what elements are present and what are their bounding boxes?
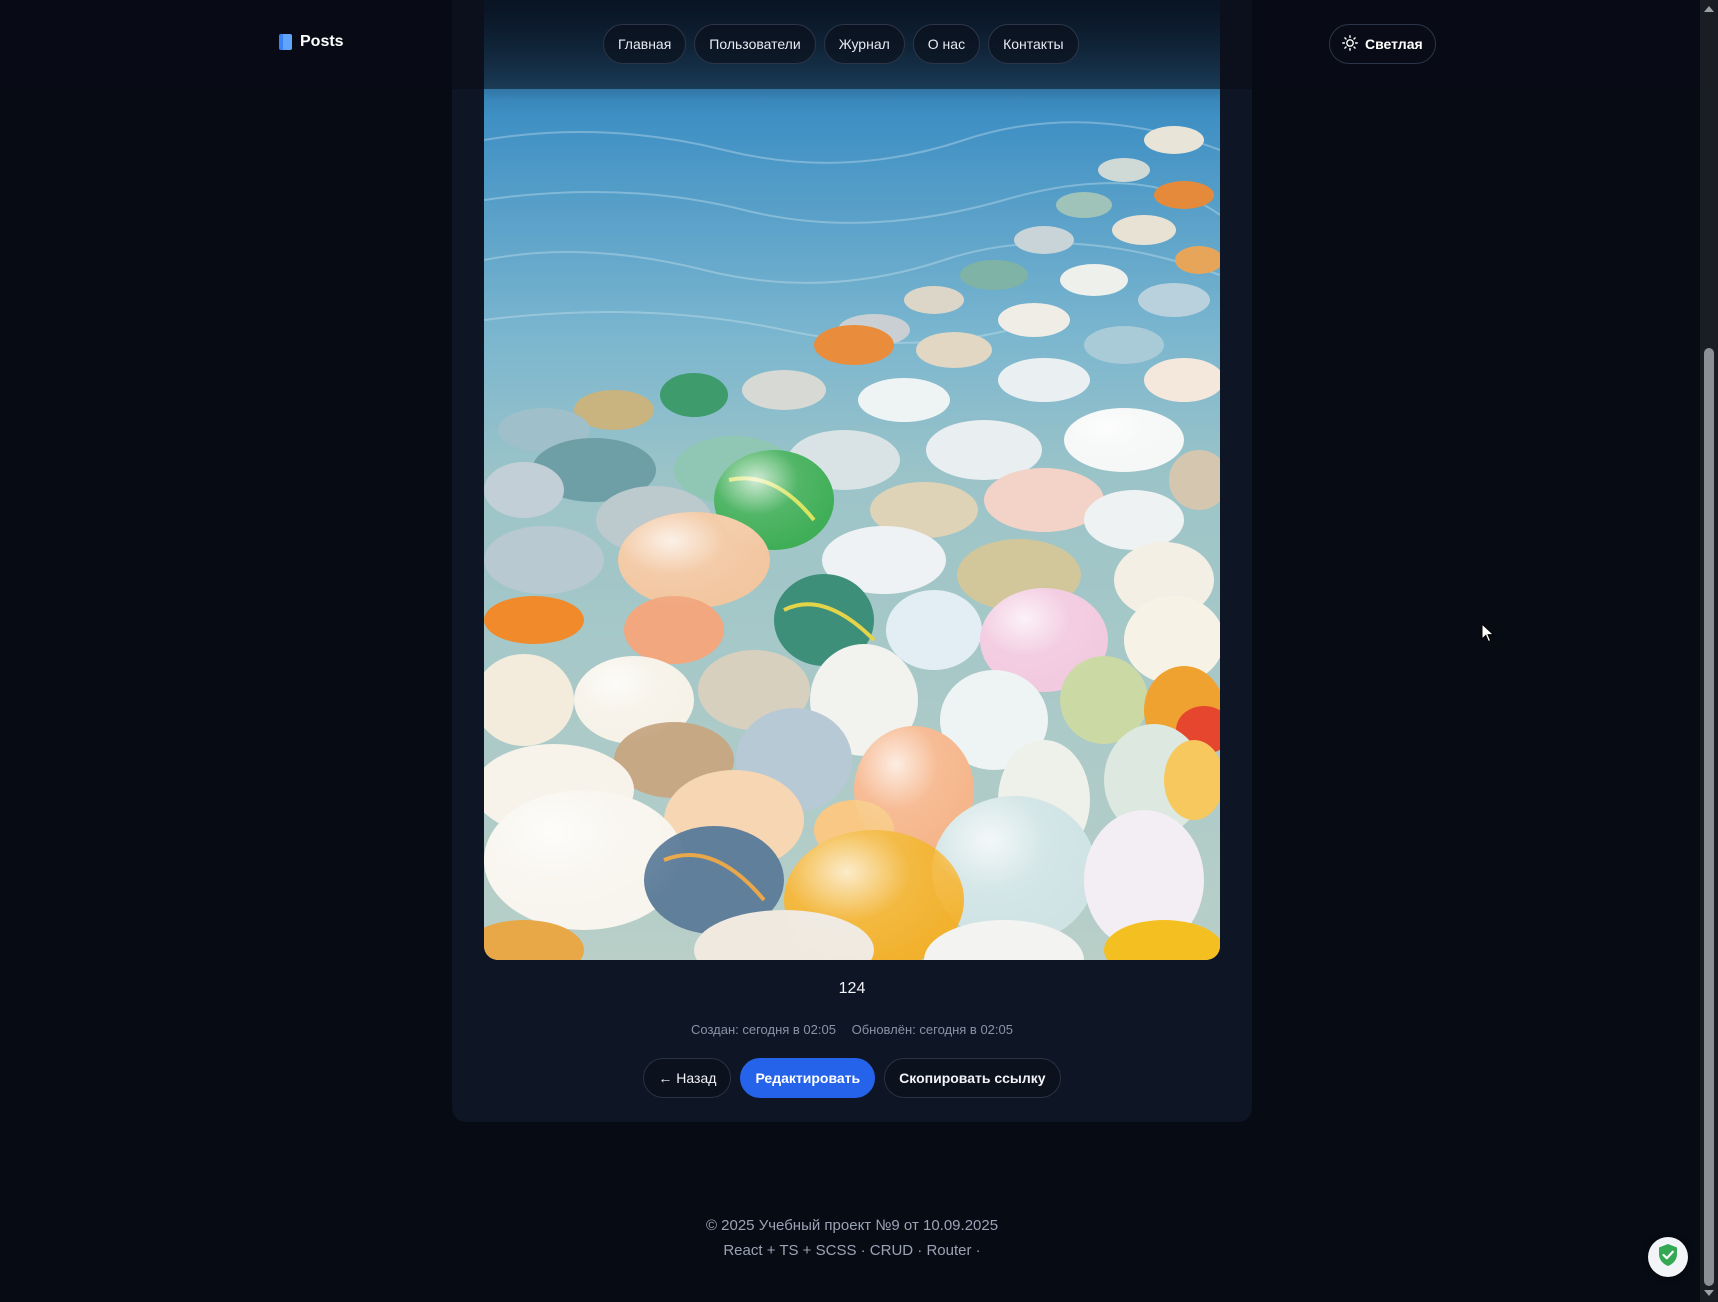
- nav-item-users[interactable]: Пользователи: [694, 24, 816, 64]
- nav-item-contacts[interactable]: Контакты: [988, 24, 1079, 64]
- page: 124 Создан: сегодня в 02:05 Обновлён: се…: [0, 0, 1700, 1302]
- main-nav: Главная Пользователи Журнал О нас Контак…: [603, 24, 1079, 64]
- copy-link-button[interactable]: Скопировать ссылку: [884, 1058, 1061, 1098]
- theme-toggle-label: Светлая: [1365, 36, 1423, 52]
- post-meta: Создан: сегодня в 02:05 Обновлён: сегодн…: [452, 1022, 1252, 1037]
- post-actions: ← Назад Редактировать Скопировать ссылку: [452, 1058, 1252, 1098]
- brand-name: Posts: [300, 33, 344, 50]
- brand-logo[interactable]: Posts: [279, 33, 344, 51]
- theme-toggle-button[interactable]: Светлая: [1329, 24, 1436, 64]
- updated-date: Обновлён: сегодня в 02:05: [851, 1022, 1013, 1037]
- nav-item-about[interactable]: О нас: [912, 24, 981, 64]
- scroll-up-icon[interactable]: [1704, 6, 1714, 12]
- scrollbar-thumb[interactable]: [1704, 348, 1714, 1286]
- footer-copyright: © 2025 Учебный проект №9 от 10.09.2025: [705, 1217, 999, 1234]
- mouse-cursor-icon: [1481, 622, 1495, 648]
- footer-tech-stack: React + TS + SCSS · CRUD · Router ·: [723, 1242, 981, 1259]
- book-icon: [279, 34, 292, 50]
- edit-button[interactable]: Редактировать: [740, 1058, 876, 1098]
- scroll-down-icon[interactable]: [1704, 1290, 1714, 1296]
- post-title: 124: [838, 980, 866, 997]
- site-header: Posts Главная Пользователи Журнал О нас …: [0, 0, 1700, 89]
- shield-extension-button[interactable]: [1648, 1237, 1688, 1277]
- created-date: Создан: сегодня в 02:05: [691, 1022, 836, 1037]
- page-scrollbar[interactable]: [1700, 0, 1718, 1302]
- sun-icon: [1342, 34, 1358, 54]
- nav-item-journal[interactable]: Журнал: [823, 24, 905, 64]
- back-button[interactable]: ← Назад: [643, 1058, 732, 1098]
- site-footer: © 2025 Учебный проект №9 от 10.09.2025 R…: [452, 1213, 1252, 1263]
- shield-check-icon: [1657, 1243, 1679, 1272]
- post-image: [484, 0, 1220, 960]
- nav-item-home[interactable]: Главная: [603, 24, 687, 64]
